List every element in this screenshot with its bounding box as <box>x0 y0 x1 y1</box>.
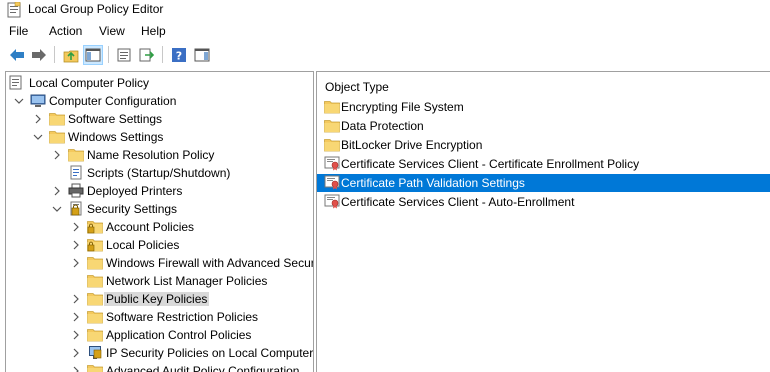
tree-item-label[interactable]: Software Settings <box>66 112 164 126</box>
tree-item-label[interactable]: Security Settings <box>85 202 179 216</box>
folder-icon <box>87 327 103 342</box>
list-item-label: Certificate Services Client - Certificat… <box>341 157 640 171</box>
security-icon <box>68 201 84 216</box>
tree-item-label[interactable]: Network List Manager Policies <box>104 274 269 288</box>
list-item-label: Certificate Services Client - Auto-Enrol… <box>341 195 575 209</box>
folder-icon <box>87 309 103 324</box>
back-icon[interactable] <box>7 45 27 65</box>
column-header-object-type[interactable]: Object Type <box>325 80 389 94</box>
toolbar-separator <box>162 46 163 63</box>
chevron-right-icon[interactable] <box>71 221 81 232</box>
export-list-icon[interactable] <box>137 45 157 65</box>
folder-icon <box>87 273 103 288</box>
tree-item-label[interactable]: Name Resolution Policy <box>85 148 216 162</box>
chevron-right-icon[interactable] <box>33 113 43 124</box>
folder-icon <box>68 147 84 162</box>
chevron-right-icon[interactable] <box>71 239 81 250</box>
folder-icon <box>324 99 340 114</box>
chevron-down-icon[interactable] <box>52 203 62 213</box>
chevron-right-icon[interactable] <box>71 311 81 322</box>
tree-item-label[interactable]: IP Security Policies on Local Computer <box>104 346 313 360</box>
tree-item-label[interactable]: Computer Configuration <box>47 94 178 108</box>
chevron-right-icon[interactable] <box>71 365 81 372</box>
ipsec-icon <box>87 345 103 360</box>
window-title: Local Group Policy Editor <box>28 2 164 16</box>
certificate-icon <box>324 194 340 209</box>
tree-item-label[interactable]: Windows Settings <box>66 130 165 144</box>
certificate-icon <box>324 156 340 171</box>
folder-icon <box>87 255 103 270</box>
list-item-label: Data Protection <box>341 119 424 133</box>
show-hide-tree-icon[interactable] <box>83 45 103 65</box>
menu-view[interactable]: View <box>99 24 125 38</box>
computer-icon <box>30 93 46 108</box>
chevron-right-icon[interactable] <box>52 149 62 160</box>
tree-item-label[interactable]: Software Restriction Policies <box>104 310 260 324</box>
folder-icon <box>49 129 65 144</box>
chevron-right-icon[interactable] <box>52 185 62 196</box>
chevron-right-icon[interactable] <box>71 347 81 358</box>
folder-icon <box>49 111 65 126</box>
tree-item-label[interactable]: Windows Firewall with Advanced Secur <box>104 256 313 270</box>
forward-icon[interactable] <box>29 45 49 65</box>
menu-bar: File Action View Help <box>0 21 770 40</box>
folder-icon <box>87 363 103 372</box>
tree-item-label[interactable]: Public Key Policies <box>104 292 210 306</box>
chevron-down-icon[interactable] <box>33 131 43 141</box>
chevron-right-icon[interactable] <box>71 329 81 340</box>
locked-folder-icon <box>87 237 103 252</box>
certificate-icon <box>324 175 340 190</box>
show-hide-action-pane-icon[interactable] <box>192 45 212 65</box>
locked-folder-icon <box>87 219 103 234</box>
list-item[interactable]: Certificate Path Validation Settings <box>317 174 770 192</box>
folder-icon <box>324 118 340 133</box>
tree-item-label[interactable]: Scripts (Startup/Shutdown) <box>85 166 232 180</box>
tree-item-label[interactable]: Account Policies <box>104 220 196 234</box>
chevron-right-icon[interactable] <box>71 257 81 268</box>
details-pane[interactable]: Object Type Encrypting File System Data P… <box>316 71 770 372</box>
tree-item-label[interactable]: Deployed Printers <box>85 184 184 198</box>
list-item[interactable]: Certificate Services Client - Auto-Enrol… <box>317 193 770 211</box>
title-bar: Local Group Policy Editor <box>0 0 770 20</box>
list-item-label: BitLocker Drive Encryption <box>341 138 483 152</box>
list-item[interactable]: Certificate Services Client - Certificat… <box>317 155 770 173</box>
console-tree[interactable]: Local Computer Policy Computer Configurat… <box>5 71 314 372</box>
list-item-label: Encrypting File System <box>341 100 464 114</box>
svg-text:?: ? <box>176 50 182 63</box>
toolbar-separator <box>108 46 109 63</box>
folder-icon <box>87 291 103 306</box>
app-icon <box>7 2 21 18</box>
toolbar: ? <box>0 42 770 68</box>
list-item[interactable]: Data Protection <box>317 117 770 135</box>
script-icon <box>68 165 84 180</box>
folder-icon <box>324 137 340 152</box>
help-icon[interactable]: ? <box>169 45 189 65</box>
tree-item-label[interactable]: Local Policies <box>104 238 181 252</box>
list-item-label: Certificate Path Validation Settings <box>341 176 525 190</box>
list-item[interactable]: BitLocker Drive Encryption <box>317 136 770 154</box>
menu-action[interactable]: Action <box>49 24 82 38</box>
menu-help[interactable]: Help <box>141 24 166 38</box>
printer-icon <box>68 183 84 198</box>
properties-icon[interactable] <box>114 45 134 65</box>
chevron-down-icon[interactable] <box>14 95 24 105</box>
policy-icon <box>8 75 24 90</box>
list-item[interactable]: Encrypting File System <box>317 98 770 116</box>
tree-item-label[interactable]: Advanced Audit Policy Configuration <box>104 364 301 372</box>
toolbar-separator <box>54 46 55 63</box>
tree-item-label[interactable]: Application Control Policies <box>104 328 253 342</box>
tree-item-label[interactable]: Local Computer Policy <box>27 76 151 90</box>
up-folder-icon[interactable] <box>61 45 81 65</box>
chevron-right-icon[interactable] <box>71 293 81 304</box>
menu-file[interactable]: File <box>9 24 28 38</box>
